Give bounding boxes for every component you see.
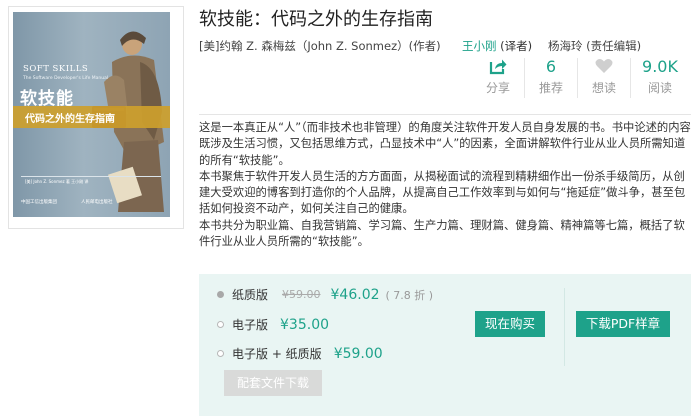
option-bundle[interactable]: 电子版 + 纸质版 ¥59.00 — [217, 345, 383, 362]
cover-chinese-subtitle: 代码之外的生存指南 — [25, 114, 115, 125]
cover-authors: [美] John Z. Sonmez 著 王小刚 译 — [25, 179, 89, 184]
cover-publisher-2: 人民邮电出版社 — [81, 200, 113, 205]
recommend-count: 6 — [545, 56, 557, 76]
author-credit[interactable]: [美]约翰 Z. 森梅兹（John Z. Sonmez）(作者) — [199, 38, 441, 54]
heart-icon — [595, 59, 613, 73]
download-sample-button[interactable]: 下载PDF样章 — [576, 311, 670, 337]
option-print[interactable]: 纸质版 ¥59.00 ¥46.02 ( 7.8 折 ) — [217, 286, 433, 303]
translator-role: (译者) — [496, 39, 533, 53]
book-description: 这是一本真正从“人”（而非技术也非管理）的角度关注软件开发人员自身发展的书。书中… — [199, 120, 692, 250]
option-bundle-label: 电子版 + 纸质版 — [232, 347, 322, 361]
cover-footer-line — [21, 176, 161, 177]
radio-bundle[interactable] — [217, 350, 224, 357]
option-ebook-label: 电子版 — [232, 318, 269, 332]
want-to-read-stat[interactable]: 想读 — [577, 55, 631, 96]
purchase-panel-divider — [564, 288, 565, 366]
header-divider — [199, 114, 691, 115]
recommend-stat[interactable]: 6 推荐 — [524, 55, 578, 96]
share-stat[interactable]: 分享 — [471, 55, 525, 96]
option-print-old-price: ¥59.00 — [282, 288, 321, 301]
option-ebook-price: ¥35.00 — [280, 316, 330, 333]
option-print-label: 纸质版 — [232, 288, 269, 302]
book-title: 软技能：代码之外的生存指南 — [199, 9, 433, 30]
translator-name[interactable]: 王小刚 — [462, 39, 497, 53]
recommend-label: 推荐 — [538, 81, 563, 95]
cover-publisher-1: 中国工信出版集团 — [21, 200, 57, 205]
want-to-read-label: 想读 — [591, 81, 616, 95]
radio-print[interactable] — [217, 291, 224, 298]
book-cover-image[interactable]: SOFT SKILLS The Software Developer's Lif… — [13, 12, 170, 217]
cover-english-subtitle: The Software Developer's Life Manual — [23, 76, 109, 81]
editor-credit[interactable]: 杨海玲 (责任编辑) — [548, 38, 641, 54]
cover-english-title: SOFT SKILLS — [23, 64, 89, 74]
cover-publishers: 中国工信出版集团 人民邮电出版社 — [21, 199, 113, 205]
radio-ebook[interactable] — [217, 321, 224, 328]
option-print-discount: ( 7.8 折 ) — [385, 288, 434, 302]
stat-divider — [630, 58, 631, 98]
download-files-button[interactable]: 配套文件下载 — [224, 370, 322, 396]
option-bundle-price: ¥59.00 — [333, 345, 383, 362]
description-paragraph: 本书聚焦于软件开发人员生活的方方面面，从揭秘面试的流程到精耕细作出一份杀手级简历… — [199, 169, 686, 216]
reads-label: 阅读 — [647, 81, 672, 95]
option-ebook[interactable]: 电子版 ¥35.00 — [217, 316, 329, 333]
description-paragraph: 本书共分为职业篇、自我营销篇、学习篇、生产力篇、理财篇、健身篇、精神篇等七篇，概… — [199, 218, 685, 249]
reads-stat: 9.0K 阅读 — [633, 55, 687, 96]
share-icon — [489, 59, 507, 74]
translator-credit[interactable]: 王小刚 (译者) — [462, 38, 532, 54]
buy-now-button[interactable]: 现在购买 — [475, 311, 545, 337]
option-print-price: ¥46.02 — [330, 286, 380, 303]
cover-subtitle-band: 代码之外的生存指南 — [13, 106, 170, 128]
reads-count: 9.0K — [642, 56, 678, 76]
share-label: 分享 — [485, 81, 510, 95]
description-paragraph: 这是一本真正从“人”（而非技术也非管理）的角度关注软件开发人员自身发展的书。书中… — [199, 121, 691, 167]
